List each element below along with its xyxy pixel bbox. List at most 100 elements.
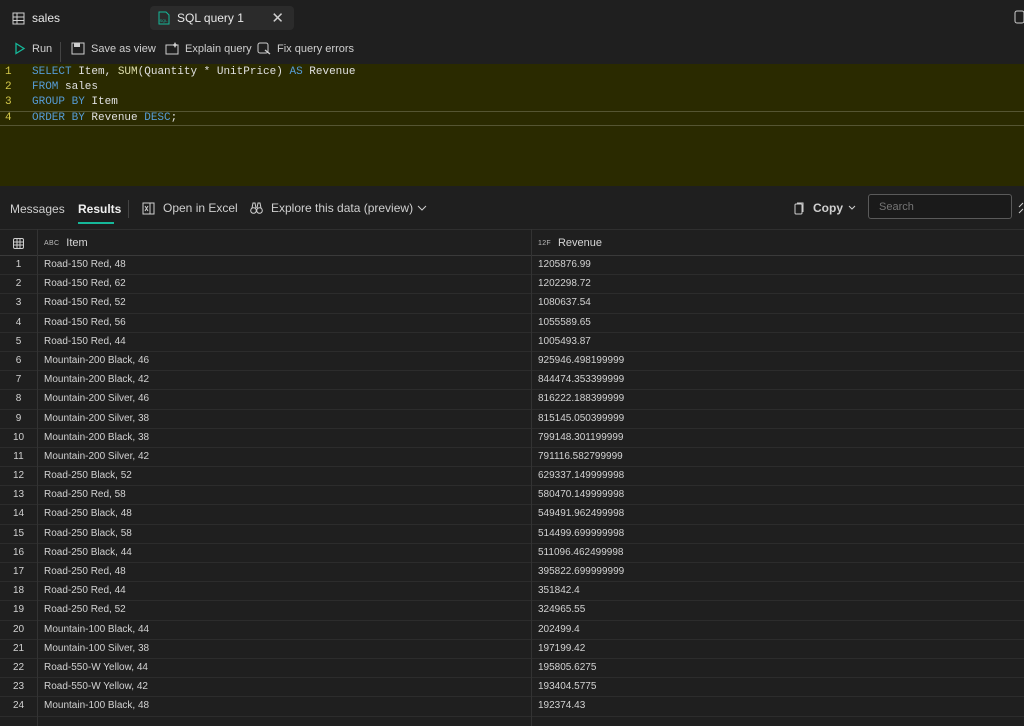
- revenue-cell[interactable]: 324965.55: [538, 604, 585, 615]
- explain-query-button[interactable]: Explain query: [165, 42, 252, 55]
- table-row[interactable]: 6 Mountain-200 Black, 46 925946.498199999: [0, 352, 1024, 372]
- row-number[interactable]: 15: [0, 528, 37, 539]
- row-number[interactable]: 18: [0, 585, 37, 596]
- row-number[interactable]: 16: [0, 547, 37, 558]
- item-cell[interactable]: Road-250 Red, 48: [44, 566, 126, 577]
- table-row[interactable]: 3 Road-150 Red, 52 1080637.54: [0, 294, 1024, 314]
- item-cell[interactable]: Road-250 Black, 58: [44, 528, 132, 539]
- item-cell[interactable]: Road-250 Red, 44: [44, 585, 126, 596]
- row-number[interactable]: 23: [0, 681, 37, 692]
- item-cell[interactable]: Road-250 Red, 58: [44, 489, 126, 500]
- revenue-cell[interactable]: 629337.149999998: [538, 470, 624, 481]
- table-row[interactable]: 24 Mountain-100 Black, 48 192374.43: [0, 697, 1024, 717]
- item-cell[interactable]: Mountain-100 Silver, 38: [44, 643, 149, 654]
- item-cell[interactable]: Road-250 Black, 48: [44, 508, 132, 519]
- revenue-cell[interactable]: 1055589.65: [538, 317, 591, 328]
- table-row[interactable]: 7 Mountain-200 Black, 42 844474.353399999: [0, 371, 1024, 391]
- item-cell[interactable]: Road-150 Red, 62: [44, 278, 126, 289]
- item-cell[interactable]: Road-550-W Yellow, 44: [44, 662, 148, 673]
- explore-data-button[interactable]: Explore this data (preview): [250, 201, 413, 215]
- row-number[interactable]: 9: [0, 413, 37, 424]
- collapse-icon[interactable]: [1018, 202, 1024, 214]
- row-number[interactable]: 4: [0, 317, 37, 328]
- table-row[interactable]: 10 Mountain-200 Black, 38 799148.301199999: [0, 429, 1024, 448]
- split-view-icon[interactable]: [1012, 10, 1024, 24]
- table-row[interactable]: 4 Road-150 Red, 56 1055589.65: [0, 314, 1024, 333]
- table-row[interactable]: 12 Road-250 Black, 52 629337.149999998: [0, 467, 1024, 487]
- copy-button[interactable]: Copy: [794, 201, 864, 215]
- revenue-cell[interactable]: 844474.353399999: [538, 374, 624, 385]
- run-button[interactable]: Run: [14, 42, 52, 55]
- table-row[interactable]: 11 Mountain-200 Silver, 42 791116.58279999…: [0, 448, 1024, 468]
- tab-sql-query[interactable]: SQL SQL query 1 ✕: [150, 6, 294, 30]
- row-number[interactable]: 1: [0, 259, 37, 270]
- row-number[interactable]: 8: [0, 393, 37, 404]
- table-row[interactable]: 22 Road-550-W Yellow, 44 195805.6275: [0, 659, 1024, 679]
- row-number[interactable]: 14: [0, 508, 37, 519]
- revenue-cell[interactable]: 1205876.99: [538, 259, 591, 270]
- item-cell[interactable]: Road-250 Black, 44: [44, 547, 132, 558]
- tab-sales[interactable]: sales: [12, 6, 60, 30]
- table-row[interactable]: 2 Road-150 Red, 62 1202298.72: [0, 275, 1024, 295]
- table-row[interactable]: 21 Mountain-100 Silver, 38 197199.42: [0, 640, 1024, 659]
- item-cell[interactable]: Mountain-200 Silver, 42: [44, 451, 149, 462]
- revenue-cell[interactable]: 549491.962499998: [538, 508, 624, 519]
- revenue-cell[interactable]: 202499.4: [538, 624, 580, 635]
- row-number[interactable]: 21: [0, 643, 37, 654]
- table-row[interactable]: 9 Mountain-200 Silver, 38 815145.050399999: [0, 410, 1024, 429]
- column-header-item[interactable]: ABC Item: [44, 230, 88, 256]
- row-number[interactable]: 7: [0, 374, 37, 385]
- table-row[interactable]: 19 Road-250 Red, 52 324965.55: [0, 601, 1024, 621]
- row-number[interactable]: 17: [0, 566, 37, 577]
- revenue-cell[interactable]: 193404.5775: [538, 681, 596, 692]
- revenue-cell[interactable]: 816222.188399999: [538, 393, 624, 404]
- revenue-cell[interactable]: 815145.050399999: [538, 413, 624, 424]
- revenue-cell[interactable]: 351842.4: [538, 585, 580, 596]
- table-row[interactable]: 17 Road-250 Red, 48 395822.699999999: [0, 563, 1024, 583]
- item-cell[interactable]: Road-150 Red, 48: [44, 259, 126, 270]
- revenue-cell[interactable]: 395822.699999999: [538, 566, 624, 577]
- revenue-cell[interactable]: 1202298.72: [538, 278, 591, 289]
- revenue-cell[interactable]: 580470.149999998: [538, 489, 624, 500]
- close-icon[interactable]: ✕: [271, 9, 284, 27]
- search-input[interactable]: [868, 194, 1012, 219]
- table-row[interactable]: 13 Road-250 Red, 58 580470.149999998: [0, 486, 1024, 506]
- row-number[interactable]: 13: [0, 489, 37, 500]
- row-number[interactable]: 10: [0, 432, 37, 443]
- fix-query-errors-button[interactable]: Fix query errors: [257, 42, 354, 55]
- row-number[interactable]: 12: [0, 470, 37, 481]
- item-cell[interactable]: Mountain-200 Silver, 46: [44, 393, 149, 404]
- revenue-cell[interactable]: 1005493.87: [538, 336, 591, 347]
- table-row[interactable]: 8 Mountain-200 Silver, 46 816222.188399999: [0, 390, 1024, 410]
- revenue-cell[interactable]: 1080637.54: [538, 297, 591, 308]
- row-number[interactable]: 6: [0, 355, 37, 366]
- row-number[interactable]: 3: [0, 297, 37, 308]
- item-cell[interactable]: Mountain-100 Black, 44: [44, 624, 149, 635]
- item-cell[interactable]: Mountain-200 Black, 46: [44, 355, 149, 366]
- item-cell[interactable]: Mountain-100 Black, 48: [44, 700, 149, 711]
- select-all-cell[interactable]: [0, 230, 37, 256]
- item-cell[interactable]: Road-150 Red, 52: [44, 297, 126, 308]
- item-cell[interactable]: Mountain-200 Silver, 38: [44, 413, 149, 424]
- row-number[interactable]: 19: [0, 604, 37, 615]
- sql-editor[interactable]: 1 SELECT Item, SUM(Quantity * UnitPrice)…: [0, 64, 1024, 186]
- tab-messages[interactable]: Messages: [10, 202, 65, 216]
- item-cell[interactable]: Road-150 Red, 44: [44, 336, 126, 347]
- revenue-cell[interactable]: 514499.699999998: [538, 528, 624, 539]
- revenue-cell[interactable]: 511096.462499998: [538, 547, 623, 558]
- column-header-revenue[interactable]: 12F Revenue: [538, 230, 602, 256]
- table-row[interactable]: 20 Mountain-100 Black, 44 202499.4: [0, 621, 1024, 640]
- table-row[interactable]: 18 Road-250 Red, 44 351842.4: [0, 582, 1024, 602]
- revenue-cell[interactable]: 799148.301199999: [538, 432, 623, 443]
- item-cell[interactable]: Road-250 Black, 52: [44, 470, 132, 481]
- save-as-view-button[interactable]: Save as view: [71, 42, 156, 55]
- row-number[interactable]: 2: [0, 278, 37, 289]
- revenue-cell[interactable]: 195805.6275: [538, 662, 596, 673]
- item-cell[interactable]: Mountain-200 Black, 42: [44, 374, 149, 385]
- table-row[interactable]: 16 Road-250 Black, 44 511096.462499998: [0, 544, 1024, 563]
- row-number[interactable]: 24: [0, 700, 37, 711]
- revenue-cell[interactable]: 197199.42: [538, 643, 585, 654]
- tab-results[interactable]: Results: [78, 202, 121, 216]
- chevron-down-icon[interactable]: [417, 204, 427, 212]
- table-row[interactable]: 14 Road-250 Black, 48 549491.962499998: [0, 505, 1024, 525]
